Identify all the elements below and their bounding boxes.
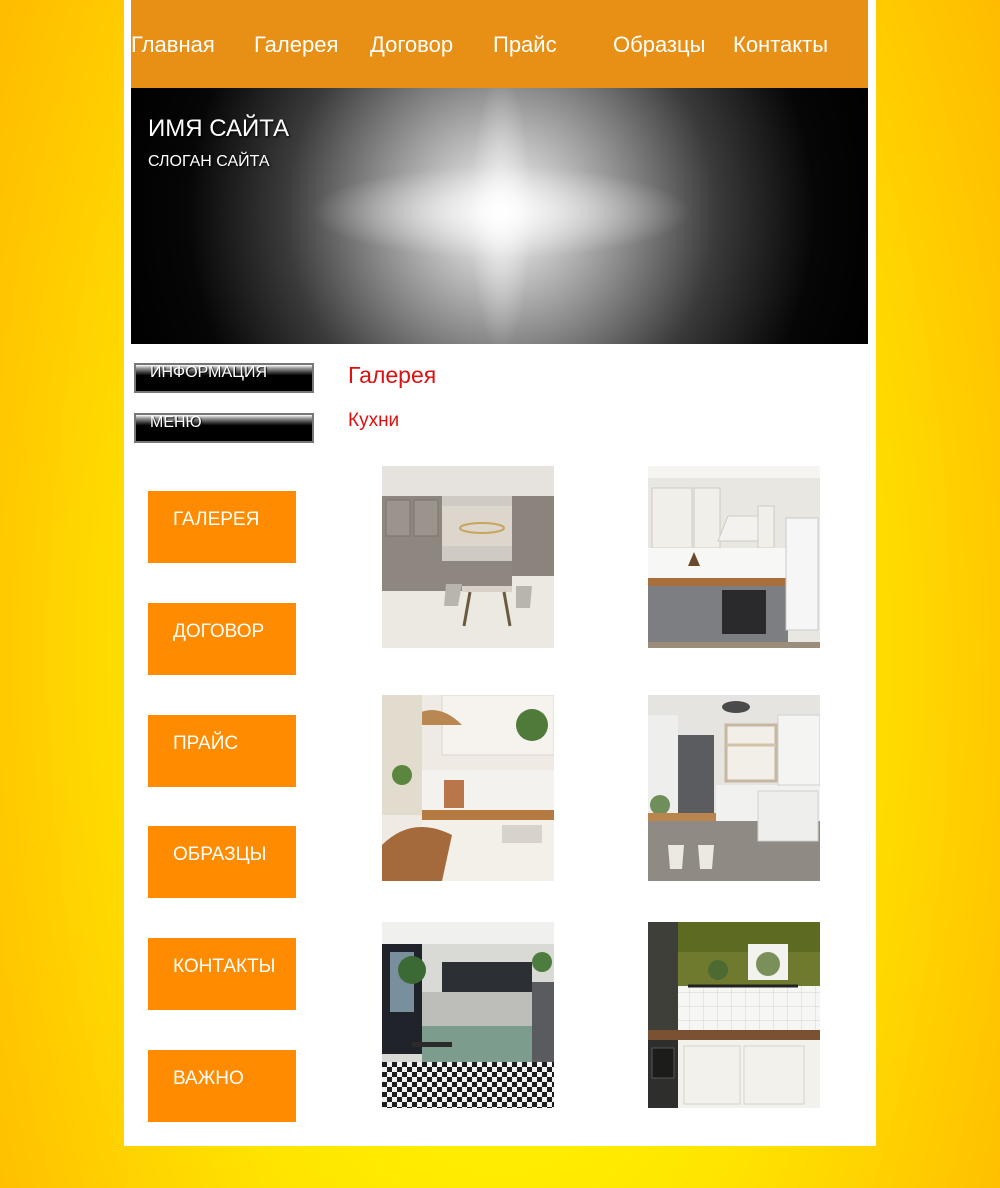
kitchen-photo-6[interactable] — [648, 922, 820, 1108]
nav-link-home[interactable]: Главная — [131, 32, 215, 58]
site-name: ИМЯ САЙТА — [148, 115, 290, 142]
sidebar-button-samples[interactable]: ОБРАЗЦЫ — [148, 826, 296, 898]
sidebar-button-contacts[interactable]: КОНТАКТЫ — [148, 938, 296, 1010]
kitchen-photo-2[interactable] — [648, 466, 820, 648]
sidebar-info-header: ИНФОРМАЦИЯ — [134, 363, 314, 393]
sidebar-info-header-label: ИНФОРМАЦИЯ — [150, 364, 268, 381]
gallery-subtitle: Кухни — [348, 410, 400, 431]
sidebar-button-label: ДОГОВОР — [173, 621, 265, 642]
nav-link-gallery[interactable]: Галерея — [254, 32, 338, 58]
sidebar-menu-header: МЕНЮ — [134, 413, 314, 443]
sidebar-button-important[interactable]: ВАЖНО — [148, 1050, 296, 1122]
sidebar-button-label: ОБРАЗЦЫ — [173, 844, 267, 865]
top-navigation: Главная Галерея Договор Прайс Образцы Ко… — [131, 0, 868, 88]
nav-link-price[interactable]: Прайс — [493, 32, 557, 58]
kitchen-photo-4[interactable] — [648, 695, 820, 881]
kitchen-photo-5[interactable] — [382, 922, 554, 1108]
page-container: Главная Галерея Договор Прайс Образцы Ко… — [124, 0, 876, 1146]
sidebar-button-label: ПРАЙС — [173, 733, 239, 754]
kitchen-photo-1[interactable] — [382, 466, 554, 648]
sidebar-button-gallery[interactable]: ГАЛЕРЕЯ — [148, 491, 296, 563]
kitchen-photo-3[interactable] — [382, 695, 554, 881]
sidebar-button-label: ГАЛЕРЕЯ — [173, 509, 260, 530]
sidebar-button-label: КОНТАКТЫ — [173, 956, 276, 977]
site-slogan: СЛОГАН САЙТА — [148, 153, 270, 170]
sidebar-button-label: ВАЖНО — [173, 1068, 244, 1089]
sidebar-menu-header-label: МЕНЮ — [150, 414, 202, 431]
nav-link-contract[interactable]: Договор — [370, 32, 453, 58]
nav-link-contacts[interactable]: Контакты — [733, 32, 828, 58]
header-banner: ИМЯ САЙТА СЛОГАН САЙТА — [131, 88, 868, 344]
nav-link-samples[interactable]: Образцы — [613, 32, 705, 58]
sidebar-button-price[interactable]: ПРАЙС — [148, 715, 296, 787]
gallery-title: Галерея — [348, 362, 437, 388]
sidebar-button-contract[interactable]: ДОГОВОР — [148, 603, 296, 675]
